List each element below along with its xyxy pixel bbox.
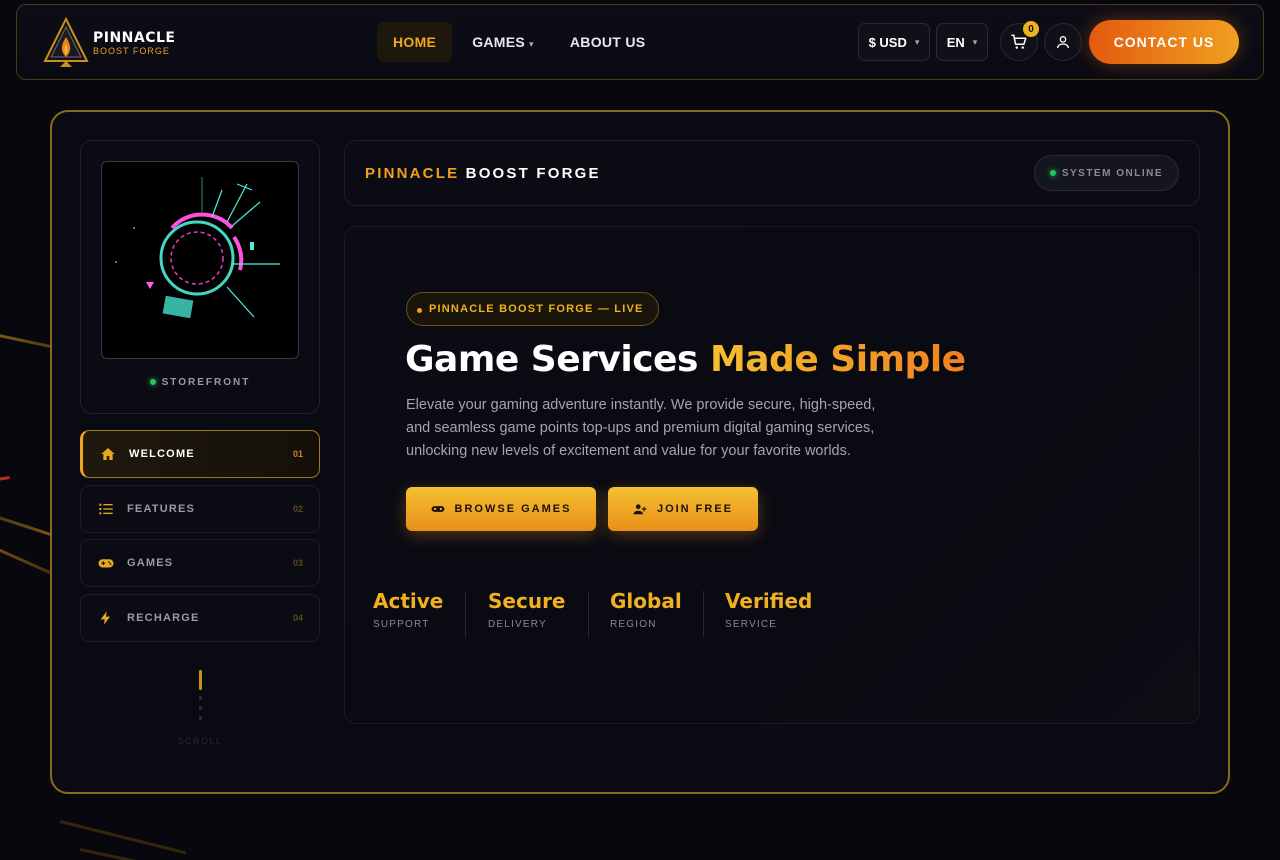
home-icon [99,445,117,463]
stat-label: REGION [610,619,657,630]
sidebar-item-label: RECHARGE [127,612,200,624]
online-dot [1049,170,1056,176]
background-streak [0,510,57,538]
stat-service: Verified SERVICE [725,589,812,630]
chevron-down-icon: ▾ [529,39,534,49]
panel-title-accent: PINNACLE [365,165,460,182]
storefront-neon-graphic [101,161,299,359]
background-streak [59,820,187,855]
brand-name: PINNACLE [93,29,176,46]
scroll-indicator [199,670,202,690]
hero-title: Game Services Made Simple [405,339,966,380]
browse-games-button[interactable]: BROWSE GAMES [406,487,596,531]
sidebar-item-welcome[interactable]: WELCOME 01 [80,430,320,478]
stat-divider [465,591,466,637]
join-free-button[interactable]: JOIN FREE [608,487,758,531]
cart-icon [1011,34,1027,49]
stat-value: Verified [725,589,813,613]
system-status-text: SYSTEM ONLINE [1061,167,1163,179]
cart-count-badge: 0 [1023,21,1039,37]
scroll-dot [199,716,202,720]
panel-title: PINNACLE BOOST FORGE [365,165,601,182]
hero-title-highlight: Made Simple [709,339,966,380]
language-select[interactable]: EN ▾ [936,23,988,61]
storefront-text: STOREFRONT [161,377,251,388]
sidebar-item-number: 01 [292,449,303,459]
background-streak [0,540,54,576]
sidebar-item-label: GAMES [127,557,174,569]
scroll-dot [199,706,202,710]
hero-title-plain: Game Services [405,339,710,380]
live-badge: PINNACLE BOOST FORGE — LIVE [406,292,659,326]
sidebar-item-recharge[interactable]: RECHARGE 04 [80,594,320,642]
sidebar-item-label: WELCOME [129,448,195,460]
stat-label: SERVICE [725,619,778,630]
brand-subname: BOOST FORGE [93,45,170,56]
currency-value: $ USD [868,34,907,50]
user-icon [1057,36,1069,49]
user-plus-icon [633,504,647,515]
nav-games[interactable]: GAMES ▾ [456,22,550,62]
chevron-down-icon: ▾ [972,36,978,47]
stat-label: DELIVERY [488,619,547,630]
gamepad-icon [97,554,115,572]
scroll-dot [199,696,202,700]
system-status-badge: SYSTEM ONLINE [1033,155,1179,191]
join-free-label: JOIN FREE [656,503,734,515]
sidebar-item-games[interactable]: GAMES 03 [80,539,320,587]
cart-button[interactable]: 0 [1000,21,1039,61]
stat-value: Active [373,589,444,613]
background-streak [0,476,11,481]
stat-label: SUPPORT [373,619,430,630]
title-bar: PINNACLE BOOST FORGE SYSTEM ONLINE [344,140,1200,206]
brand-logo[interactable]: PINNACLE BOOST FORGE [43,17,176,69]
currency-select[interactable]: $ USD ▾ [858,23,930,61]
contact-us-button[interactable]: CONTACT US [1089,20,1239,64]
storefront-card: STOREFRONT [80,140,320,414]
stat-value: Global [610,589,682,613]
nav-about[interactable]: ABOUT US [554,22,662,62]
sidebar-item-features[interactable]: FEATURES 02 [80,485,320,533]
language-value: EN [946,34,965,50]
chevron-down-icon: ▾ [914,36,920,47]
nav-games-label: GAMES [472,34,526,50]
panel-title-rest: BOOST FORGE [465,165,601,182]
nav-home[interactable]: HOME [377,22,453,62]
stat-support: Active SUPPORT [373,589,443,630]
main-nav: HOME GAMES ▾ ABOUT US [377,22,661,62]
list-icon [97,500,115,518]
sidebar-item-number: 03 [292,558,303,568]
online-dot [149,379,156,386]
mountain-flame-logo-icon [43,17,89,67]
hero-description: Elevate your gaming adventure instantly.… [406,397,876,459]
neon-ring-icon [115,177,280,319]
stat-value: Secure [488,589,566,613]
stat-divider [703,591,704,637]
stat-delivery: Secure DELIVERY [488,589,566,630]
stat-divider [588,591,589,637]
account-button[interactable] [1044,23,1082,61]
site-header: PINNACLE BOOST FORGE HOME GAMES ▾ ABOUT U… [16,4,1264,80]
sidebar-item-label: FEATURES [127,503,196,515]
sidebar-item-number: 02 [292,504,303,514]
gamepad-icon [431,506,444,512]
scroll-label: SCROLL [177,736,223,746]
hero-section: PINNACLE BOOST FORGE — LIVE Game Service… [344,226,1200,724]
browse-games-label: BROWSE GAMES [454,503,572,515]
bolt-icon [97,609,115,627]
storefront-label: STOREFRONT [81,377,319,388]
stat-region: Global REGION [610,589,682,630]
sidebar-item-number: 04 [292,613,303,623]
